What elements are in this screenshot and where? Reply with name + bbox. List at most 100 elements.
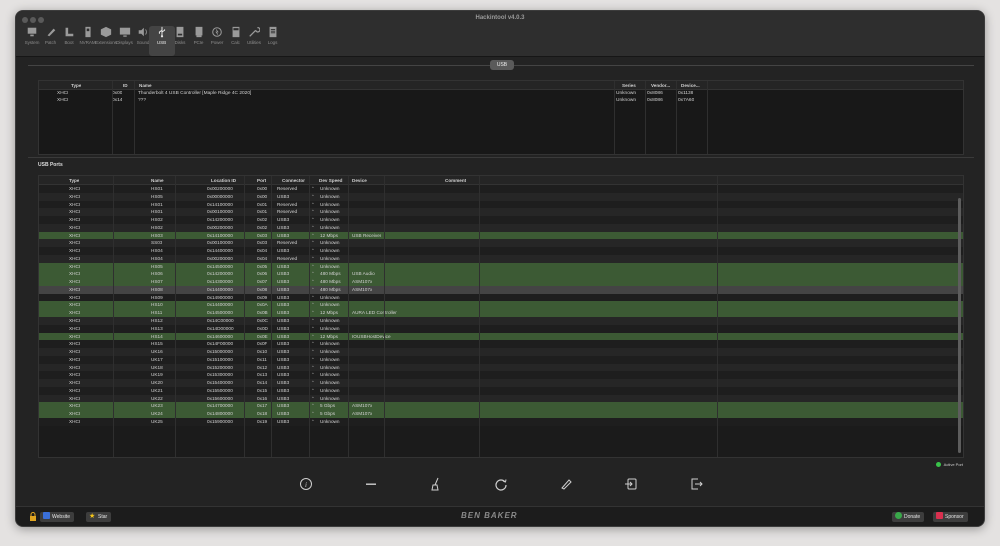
port-row[interactable]: XHCI UK21 0x15500000 0x15 USB3 Unknown ⌃ xyxy=(39,386,963,395)
connector-stepper-icon[interactable]: ⌃ xyxy=(311,356,315,364)
port-row[interactable]: XHCI UK25 0x15900000 0x19 USB3 Unknown ⌃ xyxy=(39,417,963,426)
connector-stepper-icon[interactable]: ⌃ xyxy=(311,410,315,418)
connector-stepper-icon[interactable]: ⌃ xyxy=(311,309,315,317)
edit-button[interactable] xyxy=(559,477,573,491)
section-tab-usb[interactable]: USB xyxy=(490,60,514,70)
port-row[interactable]: XHCI HS08 0x14400000 0x08 USB3 480 Mbps ASM107… xyxy=(39,285,963,294)
connector-stepper-icon[interactable]: ⌃ xyxy=(311,364,315,372)
port-row[interactable]: XHCI HS05 0x14500000 0x05 USB3 Unknown ⌃ xyxy=(39,262,963,271)
col-header-port[interactable]: Port xyxy=(257,176,266,185)
connector-stepper-icon[interactable]: ⌃ xyxy=(311,270,315,278)
port-row[interactable]: XHCI SS03 0x00100000 0x03 Reserved Unknown ⌃ xyxy=(39,239,963,248)
col-header-series[interactable]: Series xyxy=(622,81,636,90)
cell-port: 0x00 xyxy=(257,193,268,199)
connector-stepper-icon[interactable]: ⌃ xyxy=(311,395,315,403)
col-header-location[interactable]: Location ID xyxy=(211,176,236,185)
port-row[interactable]: XHCI HS01 0x00200000 0x00 Reserved Unknown ⌃ xyxy=(39,185,963,193)
connector-stepper-icon[interactable]: ⌃ xyxy=(311,317,315,325)
connector-stepper-icon[interactable]: ⌃ xyxy=(311,325,315,333)
connector-stepper-icon[interactable]: ⌃ xyxy=(311,294,315,302)
controller-row[interactable]: XHCI 0x14??? Unknown 0x8086 0x7A60 xyxy=(39,97,963,104)
connector-stepper-icon[interactable]: ⌃ xyxy=(311,232,315,240)
port-row[interactable]: XHCI HS09 0x14900000 0x09 USB3 Unknown ⌃ xyxy=(39,293,963,302)
port-row[interactable]: XHCI UK18 0x15200000 0x12 USB3 Unknown ⌃ xyxy=(39,363,963,372)
port-row[interactable]: XHCI UK22 0x15600000 0x16 USB3 Unknown ⌃ xyxy=(39,394,963,403)
port-row[interactable]: XHCI HS14 0x14600000 0x0E USB3 12 Mbps IOUSBHo… xyxy=(39,332,963,341)
connector-stepper-icon[interactable]: ⌃ xyxy=(311,340,315,348)
port-row[interactable]: XHCI HS07 0x14300000 0x07 USB3 480 Mbps ASM107… xyxy=(39,278,963,286)
connector-stepper-icon[interactable]: ⌃ xyxy=(311,255,315,263)
sponsor-button[interactable]: Sponsor xyxy=(933,512,968,522)
toolbar-label: Logs xyxy=(267,40,278,45)
connector-stepper-icon[interactable]: ⌃ xyxy=(311,185,315,193)
connector-stepper-icon[interactable]: ⌃ xyxy=(311,239,315,247)
col-header-vendor[interactable]: Vendor... xyxy=(651,81,670,90)
star-button[interactable]: ★ Star xyxy=(86,512,112,522)
import-button[interactable] xyxy=(624,477,638,491)
website-button[interactable]: Website xyxy=(40,512,74,522)
connector-stepper-icon[interactable]: ⌃ xyxy=(311,263,315,271)
port-row[interactable]: XHCI HS03 0x14100000 0x03 USB3 12 Mbps USB Rec… xyxy=(39,231,963,240)
port-row[interactable]: XHCI HS02 0x00200000 0x02 USB3 Unknown ⌃ xyxy=(39,223,963,232)
port-row[interactable]: XHCI UK20 0x15400000 0x14 USB3 Unknown ⌃ xyxy=(39,379,963,387)
col-header-type[interactable]: Type xyxy=(69,176,79,185)
toolbar-logs-button[interactable]: Logs xyxy=(260,26,286,56)
info-button[interactable]: i xyxy=(299,477,313,491)
connector-stepper-icon[interactable]: ⌃ xyxy=(311,333,315,341)
connector-stepper-icon[interactable]: ⌃ xyxy=(311,193,315,201)
port-row[interactable]: XHCI HS05 0x00000000 0x00 USB3 Unknown ⌃ xyxy=(39,192,963,201)
cell-location-id: 0x14400000 xyxy=(207,286,233,292)
col-header-device[interactable]: Device... xyxy=(681,81,700,90)
connector-stepper-icon[interactable]: ⌃ xyxy=(311,301,315,309)
cell-name: HS11 xyxy=(151,310,163,316)
port-row[interactable]: XHCI HS01 0x14100000 0x01 Reserved Unknown ⌃ xyxy=(39,200,963,209)
refresh-button[interactable] xyxy=(494,477,508,491)
port-row[interactable]: XHCI HS10 0x14400000 0x0A USB3 Unknown ⌃ xyxy=(39,301,963,310)
port-row[interactable]: XHCI HS06 0x14200000 0x06 USB3 480 Mbps USB Au… xyxy=(39,270,963,279)
port-row[interactable]: XHCI UK19 0x15300000 0x13 USB3 Unknown ⌃ xyxy=(39,371,963,380)
remove-button[interactable] xyxy=(364,477,378,491)
connector-stepper-icon[interactable]: ⌃ xyxy=(311,216,315,224)
cell-connector: USB3 xyxy=(277,411,290,417)
port-row[interactable]: XHCI HS01 0x00100000 0x01 Reserved Unknown ⌃ xyxy=(39,208,963,217)
col-header-device[interactable]: Device xyxy=(352,176,367,185)
connector-stepper-icon[interactable]: ⌃ xyxy=(311,278,315,286)
connector-stepper-icon[interactable]: ⌃ xyxy=(311,247,315,255)
port-row[interactable]: XHCI UK24 0x14800000 0x18 USB3 5 Gbps ASM107x ⌃ xyxy=(39,410,963,418)
port-row[interactable]: XHCI UK16 0x15000000 0x10 USB3 Unknown ⌃ xyxy=(39,348,963,356)
port-row[interactable]: XHCI HS11 0x14500000 0x0B USB3 12 Mbps AURA LE… xyxy=(39,309,963,318)
col-header-speed[interactable]: Dev Speed xyxy=(319,176,343,185)
ports-scrollbar[interactable] xyxy=(958,198,961,453)
port-row[interactable]: XHCI UK23 0x14700000 0x17 USB3 5 Gbps ASM107x ⌃ xyxy=(39,402,963,411)
port-row[interactable]: XHCI HS15 0x14F00000 0x0F USB3 Unknown ⌃ xyxy=(39,340,963,349)
col-header-name[interactable]: Name xyxy=(151,176,164,185)
port-row[interactable]: XHCI HS02 0x14200000 0x02 USB3 Unknown ⌃ xyxy=(39,216,963,224)
connector-stepper-icon[interactable]: ⌃ xyxy=(311,387,315,395)
export-button[interactable] xyxy=(689,477,703,491)
port-row[interactable]: XHCI HS13 0x14D00000 0x0D USB3 Unknown ⌃ xyxy=(39,324,963,333)
donate-button[interactable]: Donate xyxy=(892,512,925,522)
cell-location-id: 0x00200000 xyxy=(207,186,233,191)
connector-stepper-icon[interactable]: ⌃ xyxy=(311,208,315,216)
col-header-name[interactable]: Name xyxy=(139,81,152,90)
port-row[interactable]: XHCI UK17 0x15100000 0x11 USB3 Unknown ⌃ xyxy=(39,355,963,364)
lock-icon[interactable] xyxy=(29,512,37,522)
connector-stepper-icon[interactable]: ⌃ xyxy=(311,286,315,294)
connector-stepper-icon[interactable]: ⌃ xyxy=(311,201,315,209)
col-header-type[interactable]: Type xyxy=(71,81,81,90)
col-header-comment[interactable]: Comment xyxy=(445,176,466,185)
connector-stepper-icon[interactable]: ⌃ xyxy=(311,402,315,410)
col-header-connector[interactable]: Connector xyxy=(282,176,305,185)
port-row[interactable]: XHCI HS12 0x14C00000 0x0C USB3 Unknown ⌃ xyxy=(39,317,963,325)
connector-stepper-icon[interactable]: ⌃ xyxy=(311,379,315,387)
connector-stepper-icon[interactable]: ⌃ xyxy=(311,371,315,379)
connector-stepper-icon[interactable]: ⌃ xyxy=(311,418,315,426)
controller-row[interactable]: XHCI 0x00 Thunderbolt 4 USB Controller [Ma… xyxy=(39,90,963,97)
connector-stepper-icon[interactable]: ⌃ xyxy=(311,348,315,356)
port-row[interactable]: XHCI HS04 0x14400000 0x04 USB3 Unknown ⌃ xyxy=(39,247,963,255)
clean-button[interactable] xyxy=(429,477,443,491)
col-header-id[interactable]: ID xyxy=(123,81,128,90)
port-row[interactable]: XHCI HS04 0x00200000 0x04 Reserved Unknown ⌃ xyxy=(39,254,963,263)
connector-stepper-icon[interactable]: ⌃ xyxy=(311,224,315,232)
cell-device: 0x1138 xyxy=(678,91,694,96)
